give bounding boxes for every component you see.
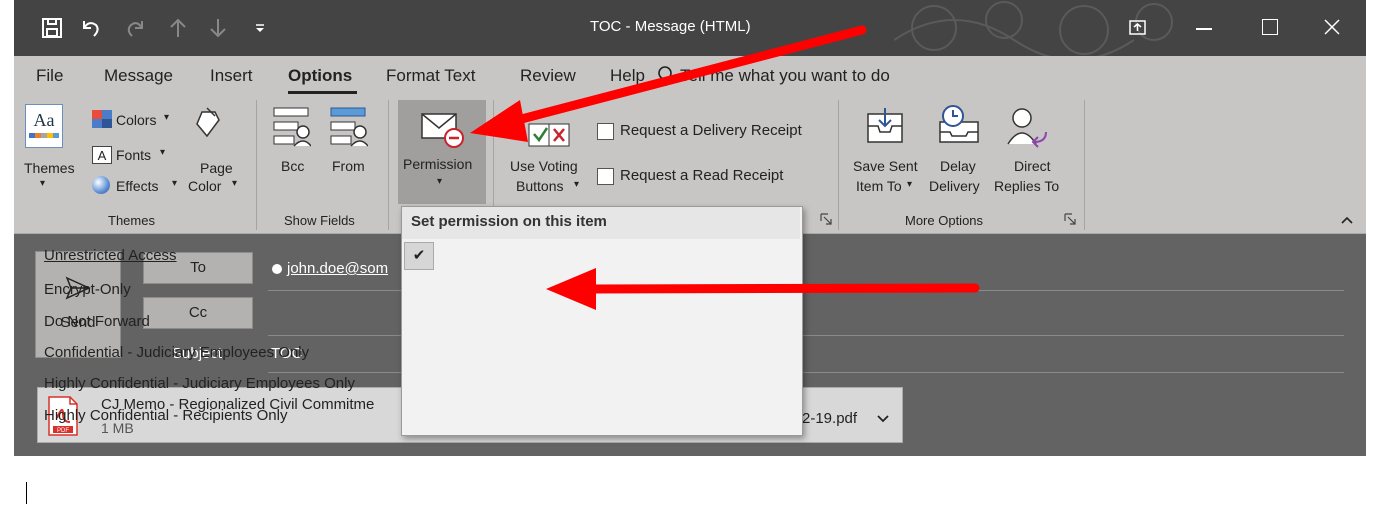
annotation-arrow-permission bbox=[470, 25, 867, 142]
annotation-arrows bbox=[470, 25, 980, 310]
annotation-arrow-encrypt-only bbox=[546, 268, 980, 310]
